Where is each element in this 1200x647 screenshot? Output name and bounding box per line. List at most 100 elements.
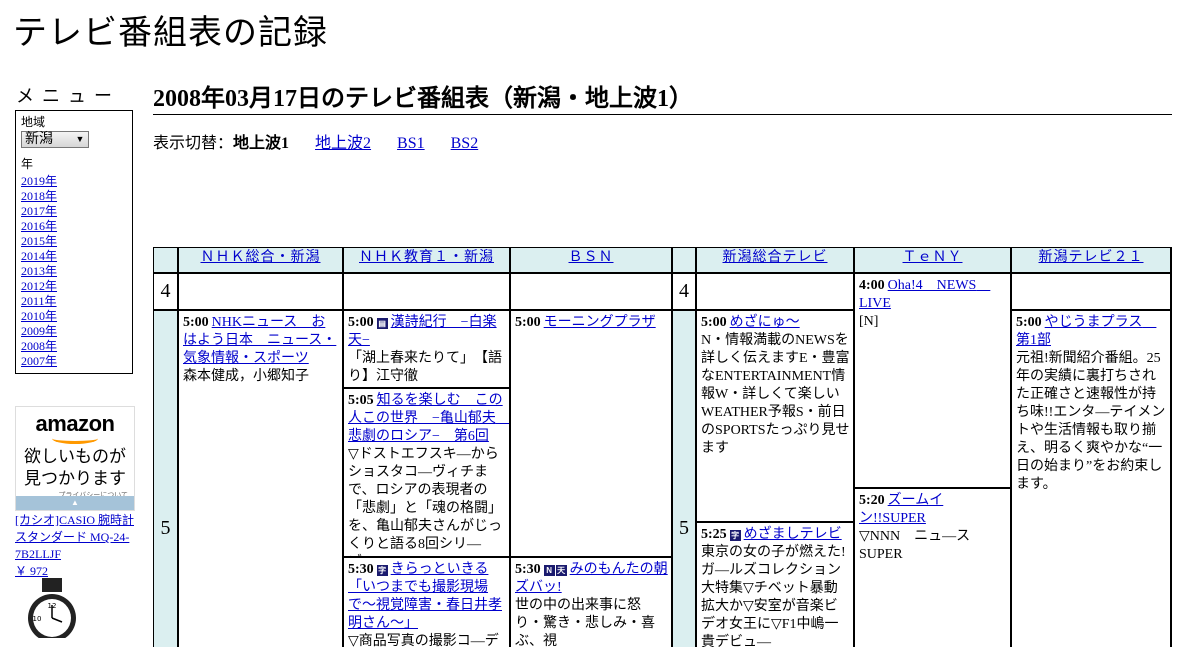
program-cell: 5:00 モーニングプラザ xyxy=(511,311,671,556)
view-switch-bs2-link[interactable]: BS2 xyxy=(451,135,479,152)
year-link-2014[interactable]: 2014年 xyxy=(21,249,57,263)
year-link-2018[interactable]: 2018年 xyxy=(21,189,57,203)
hour-label-5-right: 5 xyxy=(679,517,689,539)
view-switch-bs1-link[interactable]: BS1 xyxy=(397,135,425,152)
program-cell: 5:30 字きらっといきる「いつまでも撮影現場で〜視覚障害・春日井孝明さん〜」 ▽… xyxy=(344,558,509,647)
year-link-2007[interactable]: 2007年 xyxy=(21,354,57,368)
channel-header-ux: 新潟テレビ２１ xyxy=(1012,248,1170,272)
hour-cell-4-right: 4 xyxy=(673,274,695,309)
program-title-link[interactable]: めざにゅ〜 xyxy=(730,315,800,330)
hour-label-4-right: 4 xyxy=(679,280,689,302)
year-list: 2019年 2018年 2017年 2016年 2015年 2014年 2013… xyxy=(21,174,127,369)
channel-link-nhk-e[interactable]: ＮＨＫ教育１・新潟 xyxy=(359,250,494,265)
view-switch: 表示切替：地上波1 地上波2 BS1 BS2 xyxy=(153,134,500,154)
program-cell: 4:00 Oha!4 NEWS LIVE [N] xyxy=(855,274,1010,487)
program-time: 5:25 xyxy=(701,527,727,542)
empty-slot xyxy=(344,274,509,309)
hour-cell-5: 5 xyxy=(154,311,177,647)
amazon-logo: amazon xyxy=(35,411,115,436)
program-time: 5:00 xyxy=(348,315,374,330)
year-link-2017[interactable]: 2017年 xyxy=(21,204,57,218)
ad-product: [カシオ]CASIO 腕時計 スタンダード MQ-24-7B2LLJF ￥ 97… xyxy=(15,512,135,580)
view-switch-label: 表示切替： xyxy=(153,135,234,152)
header-corner-2 xyxy=(673,248,695,272)
program-time: 5:30 xyxy=(348,562,374,577)
program-time: 5:30 xyxy=(515,562,541,577)
amazon-ad-copy-line1: 欲しいものが xyxy=(24,447,126,466)
program-time: 5:05 xyxy=(348,393,374,408)
program-description: ▽NNN ニュ―スSUPER xyxy=(859,529,971,562)
channel-link-teny[interactable]: ＴｅＮＹ xyxy=(903,250,963,265)
year-link-2015[interactable]: 2015年 xyxy=(21,234,57,248)
program-description: 元祖!新聞紹介番組。25年の実績に裏打ちされた正確さと速報性が持ち味!!エンタ―… xyxy=(1016,351,1166,492)
hour-cell-4: 4 xyxy=(154,274,177,309)
empty-slot xyxy=(697,274,853,309)
channel-link-nhk-g[interactable]: ＮＨＫ総合・新潟 xyxy=(201,250,321,265)
program-cell: 5:25 字めざましテレビ 東京の女の子が燃えた!ガ―ルズコレクション大特集▽チベ… xyxy=(697,523,853,647)
view-switch-terrestrial2-link[interactable]: 地上波2 xyxy=(315,135,371,152)
program-time: 5:20 xyxy=(859,493,885,508)
program-cell: 5:30 N 天みのもんたの朝ズバッ! 世の中の出来事に怒り・驚き・悲しみ・喜ぶ、視 xyxy=(511,558,671,647)
data-broadcast-icon: ▤ xyxy=(376,318,388,329)
year-link-2013[interactable]: 2013年 xyxy=(21,264,57,278)
program-time: 5:00 xyxy=(1016,315,1042,330)
year-label: 年 xyxy=(21,157,34,171)
channel-header-nhk-e: ＮＨＫ教育１・新潟 xyxy=(344,248,509,272)
page-heading: 2008年03月17日のテレビ番組表（新潟・地上波1） xyxy=(153,84,1172,115)
news-icon: N xyxy=(543,565,555,576)
dropdown-arrow-icon: ▼ xyxy=(75,134,85,144)
program-title-link[interactable]: モーニングプラザ xyxy=(544,315,656,330)
region-select[interactable]: 新潟 ▼ xyxy=(21,131,89,148)
amazon-ad-copy: 欲しいものが 見つかります xyxy=(16,446,134,490)
program-time: 5:00 xyxy=(183,315,209,330)
region-select-value: 新潟 xyxy=(25,132,53,147)
year-link-2016[interactable]: 2016年 xyxy=(21,219,57,233)
program-description: 森本健成，小郷知子 xyxy=(183,369,309,384)
year-link-2010[interactable]: 2010年 xyxy=(21,309,57,323)
program-cell: 5:00 やじうまプラス 第1部 元祖!新聞紹介番組。25年の実績に裏打ちされた正… xyxy=(1012,311,1170,647)
ad-product-link[interactable]: [カシオ]CASIO 腕時計 スタンダード MQ-24-7B2LLJF xyxy=(15,513,134,561)
channel-link-bsn[interactable]: ＢＳＮ xyxy=(569,250,614,265)
year-link-2019[interactable]: 2019年 xyxy=(21,174,57,188)
channel-header-teny: ＴｅＮＹ xyxy=(855,248,1010,272)
program-description: N・情報満載のNEWSを詳しく伝えますE・豊富なENTERTAINMENT情報W… xyxy=(701,333,850,456)
channel-header-bsn: ＢＳＮ xyxy=(511,248,671,272)
hour-cell-5-right: 5 xyxy=(673,311,695,647)
year-link-2011[interactable]: 2011年 xyxy=(21,294,57,308)
empty-slot xyxy=(511,274,671,309)
program-time: 4:00 xyxy=(859,278,885,293)
program-time: 5:00 xyxy=(701,315,727,330)
empty-slot xyxy=(1012,274,1170,309)
program-title-link[interactable]: めざましテレビ xyxy=(744,527,842,542)
svg-text:10: 10 xyxy=(33,615,42,623)
year-link-2008[interactable]: 2008年 xyxy=(21,339,57,353)
year-link-2009[interactable]: 2009年 xyxy=(21,324,57,338)
schedule-grid: ＮＨＫ総合・新潟 ＮＨＫ教育１・新潟 ＢＳＮ 新潟総合テレビ ＴｅＮＹ 新潟テレ… xyxy=(153,247,1172,647)
channel-header-nhk-g: ＮＨＫ総合・新潟 xyxy=(179,248,342,272)
header-corner xyxy=(154,248,177,272)
program-cell: 5:00 NHKニュース おはよう日本 ニュース・気象情報・スポーツ 森本健成，小… xyxy=(179,311,342,647)
subtitle-icon: 字 xyxy=(376,565,388,576)
hour-label-5: 5 xyxy=(160,517,171,539)
site-title: テレビ番組表の記録 xyxy=(13,15,328,52)
channel-link-nst[interactable]: 新潟総合テレビ xyxy=(723,250,828,265)
program-time: 5:00 xyxy=(515,315,541,330)
channel-header-nst: 新潟総合テレビ xyxy=(697,248,853,272)
ad-product-price[interactable]: ￥ 972 xyxy=(15,564,48,578)
program-cell: 5:20 ズームイン!!SUPER ▽NNN ニュ―スSUPER xyxy=(855,489,1010,647)
empty-slot xyxy=(179,274,342,309)
menu-box: 地域 新潟 ▼ 年 2019年 2018年 2017年 2016年 2015年 … xyxy=(15,110,133,374)
menu-title: メニュー xyxy=(16,86,120,106)
watch-product-image[interactable]: 12 10 xyxy=(18,578,86,638)
subtitle-icon: 字 xyxy=(729,530,741,541)
program-cell: 5:00 めざにゅ〜 N・情報満載のNEWSを詳しく伝えますE・豊富なENTERT… xyxy=(697,311,853,521)
program-description: 世の中の出来事に怒り・驚き・悲しみ・喜ぶ、視 xyxy=(515,598,655,647)
amazon-ad-copy-line2: 見つかります xyxy=(24,469,126,488)
channel-link-ux[interactable]: 新潟テレビ２１ xyxy=(1039,250,1144,265)
year-link-2012[interactable]: 2012年 xyxy=(21,279,57,293)
amazon-expand-icon[interactable]: ▲ xyxy=(16,496,134,510)
program-description: 東京の女の子が燃えた!ガ―ルズコレクション大特集▽チベット暴動拡大か▽安室が音楽… xyxy=(701,545,846,647)
program-description: [N] xyxy=(859,314,879,329)
amazon-ad-banner[interactable]: amazon 欲しいものが 見つかります プライバシーについて ▲ xyxy=(15,406,135,511)
weather-icon: 天 xyxy=(555,565,567,576)
